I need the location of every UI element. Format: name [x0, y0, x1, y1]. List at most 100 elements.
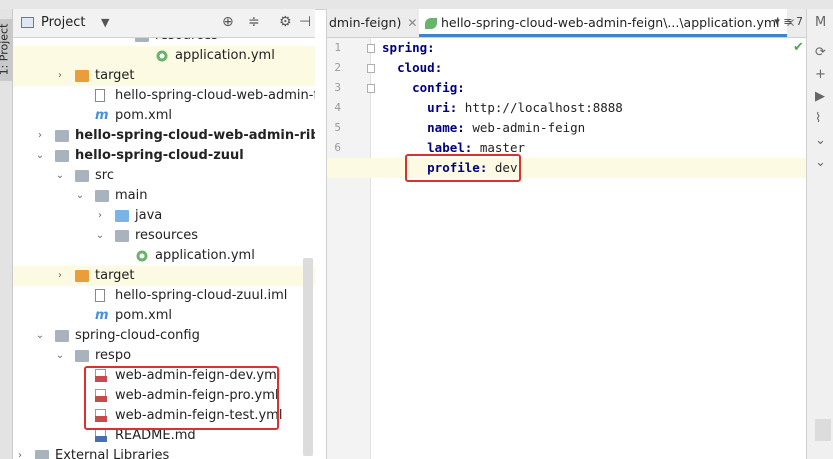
yaml-value: master	[472, 140, 525, 155]
tree-item[interactable]: m pom.xml	[13, 106, 315, 126]
iml-file-icon	[95, 89, 105, 102]
chevron-down-icon[interactable]: ⌄	[35, 326, 45, 346]
code-line[interactable]: cloud:	[382, 58, 807, 78]
tree-item-label: hello-spring-cloud-zuul.iml	[115, 288, 288, 303]
tree-item-label: hello-spring-cloud-web-admin-ribbon	[75, 128, 315, 143]
chevron-down-icon[interactable]: ⌄	[35, 146, 45, 166]
run-icon[interactable]: ▶	[815, 89, 825, 104]
collapse-icon[interactable]: ⌄	[815, 155, 826, 170]
tree-item[interactable]: hello-spring-cloud-web-admin-feign.i	[13, 86, 315, 106]
tree-item[interactable]: ⌄ hello-spring-cloud-zuul	[13, 146, 315, 166]
highlight-box-profile-line	[405, 154, 521, 182]
editor-tab-previous[interactable]: dmin-feign) ✕	[323, 9, 419, 37]
chevron-right-icon[interactable]: ›	[35, 126, 45, 146]
tree-item[interactable]: › target	[13, 66, 315, 86]
editor-tab-application-yml[interactable]: hello-spring-cloud-web-admin-feign\...\a…	[419, 9, 796, 37]
chevron-down-icon[interactable]: ⌄	[55, 166, 65, 186]
line-number: 2	[334, 61, 341, 74]
tabs-overflow-icon[interactable]: ▾ ≡ 7	[774, 15, 803, 28]
tree-item[interactable]: hello-spring-cloud-zuul.iml	[13, 286, 315, 306]
tree-item[interactable]: m pom.xml	[13, 306, 315, 326]
locate-file-icon[interactable]: ⊕	[222, 14, 234, 30]
line-number: 5	[334, 121, 341, 134]
refresh-icon[interactable]: ⟳	[815, 45, 826, 60]
tree-item[interactable]: › hello-spring-cloud-web-admin-ribbon	[13, 126, 315, 146]
chevron-down-icon[interactable]: ⌄	[75, 186, 85, 206]
tree-item-label: resources	[155, 38, 218, 46]
chevron-right-icon[interactable]: ›	[95, 206, 105, 226]
spring-leaf-icon	[155, 49, 169, 62]
tree-item[interactable]: ⌄ resources	[13, 226, 315, 246]
tree-item-label: pom.xml	[115, 308, 172, 323]
tree-item[interactable]: › External Libraries	[13, 446, 315, 459]
chevron-right-icon[interactable]: ›	[15, 446, 25, 459]
chevron-down-icon[interactable]: ⌄	[55, 346, 65, 366]
maven-icon: m	[95, 108, 109, 123]
tree-item[interactable]: ⌄ spring-cloud-config	[13, 326, 315, 346]
fold-marker-icon[interactable]	[367, 84, 375, 93]
folder-orange-icon	[75, 70, 89, 82]
tree-item-label: spring-cloud-config	[75, 328, 200, 343]
tree-item[interactable]: › target	[13, 266, 315, 286]
spring-leaf-icon	[135, 249, 149, 262]
maven-icon: m	[95, 308, 109, 323]
tree-item-label: src	[95, 168, 114, 183]
fold-marker-icon[interactable]	[367, 44, 375, 53]
code-line[interactable]: name: web-admin-feign	[382, 118, 807, 138]
tree-item[interactable]: resources	[13, 38, 315, 46]
gear-icon[interactable]: ⚙	[279, 14, 292, 30]
code-line[interactable]: config:	[382, 78, 807, 98]
chevron-down-icon[interactable]: ⌄	[95, 226, 105, 246]
collapse-all-icon[interactable]: ≑	[248, 14, 260, 30]
project-tool-window-label: 1: Project	[0, 23, 11, 76]
yaml-value: web-admin-feign	[464, 120, 586, 135]
yaml-key: spring:	[382, 40, 435, 55]
resources-folder-icon	[115, 230, 129, 242]
code-line[interactable]: profile: dev	[327, 158, 807, 178]
tree-item[interactable]: ⌄ respo	[13, 346, 315, 366]
project-tool-window-tab[interactable]: 1: Project	[0, 19, 12, 81]
project-window-icon	[21, 17, 34, 28]
chevron-down-icon[interactable]: ▼	[101, 16, 109, 29]
editor-scrollbar[interactable]	[815, 419, 831, 441]
tree-item[interactable]: ⌄ main	[13, 186, 315, 206]
tab-label: hello-spring-cloud-web-admin-feign\...\a…	[441, 15, 780, 30]
tree-item[interactable]: ⌄ src	[13, 166, 315, 186]
yaml-key: uri:	[427, 100, 458, 115]
yaml-key: label:	[427, 140, 473, 155]
tool-icon[interactable]: ⌇	[815, 111, 821, 126]
library-icon	[35, 450, 49, 459]
code-area[interactable]: spring: cloud: config: uri: http://local…	[327, 38, 807, 459]
hide-panel-icon[interactable]: ⊣	[299, 14, 311, 30]
tree-item[interactable]: › java	[13, 206, 315, 226]
tree-scrollbar[interactable]	[303, 258, 313, 456]
add-icon[interactable]: +	[815, 67, 826, 82]
folder-gray-icon	[75, 350, 89, 362]
code-line[interactable]: spring:	[382, 38, 807, 58]
fold-marker-icon[interactable]	[367, 64, 375, 73]
tree-item[interactable]: application.yml	[13, 246, 315, 266]
expand-icon[interactable]: ⌄	[815, 133, 826, 148]
line-number: 1	[334, 41, 341, 54]
folder-orange-icon	[75, 270, 89, 282]
module-folder-icon	[55, 130, 69, 142]
code-line[interactable]: uri: http://localhost:8888	[382, 98, 807, 118]
yaml-key: cloud:	[397, 60, 443, 75]
maven-panel-icon[interactable]: M	[815, 15, 826, 30]
line-number: 3	[334, 81, 341, 94]
folder-gray-icon	[75, 170, 89, 182]
line-number: 6	[334, 141, 341, 154]
right-tool-window-bar: ✔ M ⟳ + ▶ ⌇ ⌄ ⌄	[793, 9, 833, 459]
chevron-right-icon[interactable]: ›	[55, 66, 65, 86]
yaml-key: config:	[412, 80, 465, 95]
tree-item[interactable]: application.yml	[13, 46, 315, 66]
close-icon[interactable]: ✕	[407, 16, 417, 30]
project-panel-title[interactable]: Project	[41, 15, 85, 30]
project-panel-header: Project ▼ ⊕ ≑ ⚙ ⊣	[13, 9, 315, 38]
editor-tab-bar: dmin-feign) ✕ hello-spring-cloud-web-admi…	[327, 9, 807, 38]
chevron-right-icon[interactable]: ›	[55, 266, 65, 286]
